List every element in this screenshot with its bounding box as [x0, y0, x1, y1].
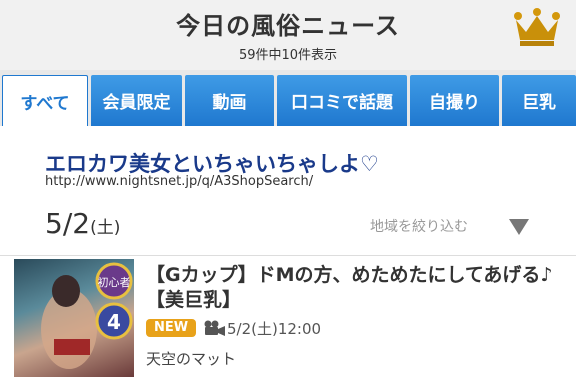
tab-big-breasts[interactable]: 巨乳 — [502, 75, 576, 126]
new-badge: NEW — [146, 319, 196, 337]
region-filter-label[interactable]: 地域を絞り込む — [370, 216, 468, 236]
tab-reviews[interactable]: 口コミで話題 — [277, 75, 407, 126]
thumbnail-label-1: 初心者 — [98, 275, 131, 289]
thumbnail-image: 初心者 4 — [41, 262, 133, 369]
result-count: 59件中10件表示 — [238, 48, 338, 63]
page-header: 今日の風俗ニュース 59件中10件表示 — [0, 0, 576, 70]
tab-members-only[interactable]: 会員限定 — [91, 75, 182, 126]
category-tabs: すべて 会員限定 動画 口コミで話題 自撮り 巨乳 — [0, 70, 576, 126]
section-date: 5/2(土) — [45, 207, 120, 240]
crown-icon[interactable] — [512, 8, 562, 48]
page-title: 今日の風俗ニュース — [176, 12, 400, 40]
shop-name-link[interactable]: 天空のマット — [146, 348, 236, 369]
news-title-link[interactable]: 【Gカップ】ドMの方、めためたにしてあげる♪【美巨乳】 — [146, 263, 566, 313]
thumbnail-label-2: 4 — [107, 310, 121, 334]
video-camera-icon — [204, 320, 225, 336]
day-of-week: (土) — [90, 218, 121, 238]
tab-all[interactable]: すべて — [2, 75, 88, 126]
date-value: 5/2 — [45, 207, 91, 240]
tab-selfie[interactable]: 自撮り — [410, 75, 499, 126]
divider — [0, 255, 576, 256]
tab-video[interactable]: 動画 — [185, 75, 274, 126]
news-thumbnail[interactable]: 初心者 4 — [14, 259, 134, 377]
news-datetime: 5/2(土)12:00 — [227, 320, 322, 338]
dropdown-arrow-icon[interactable] — [509, 219, 529, 235]
promo-url[interactable]: http://www.nightsnet.jp/q/A3ShopSearch/ — [45, 174, 313, 189]
